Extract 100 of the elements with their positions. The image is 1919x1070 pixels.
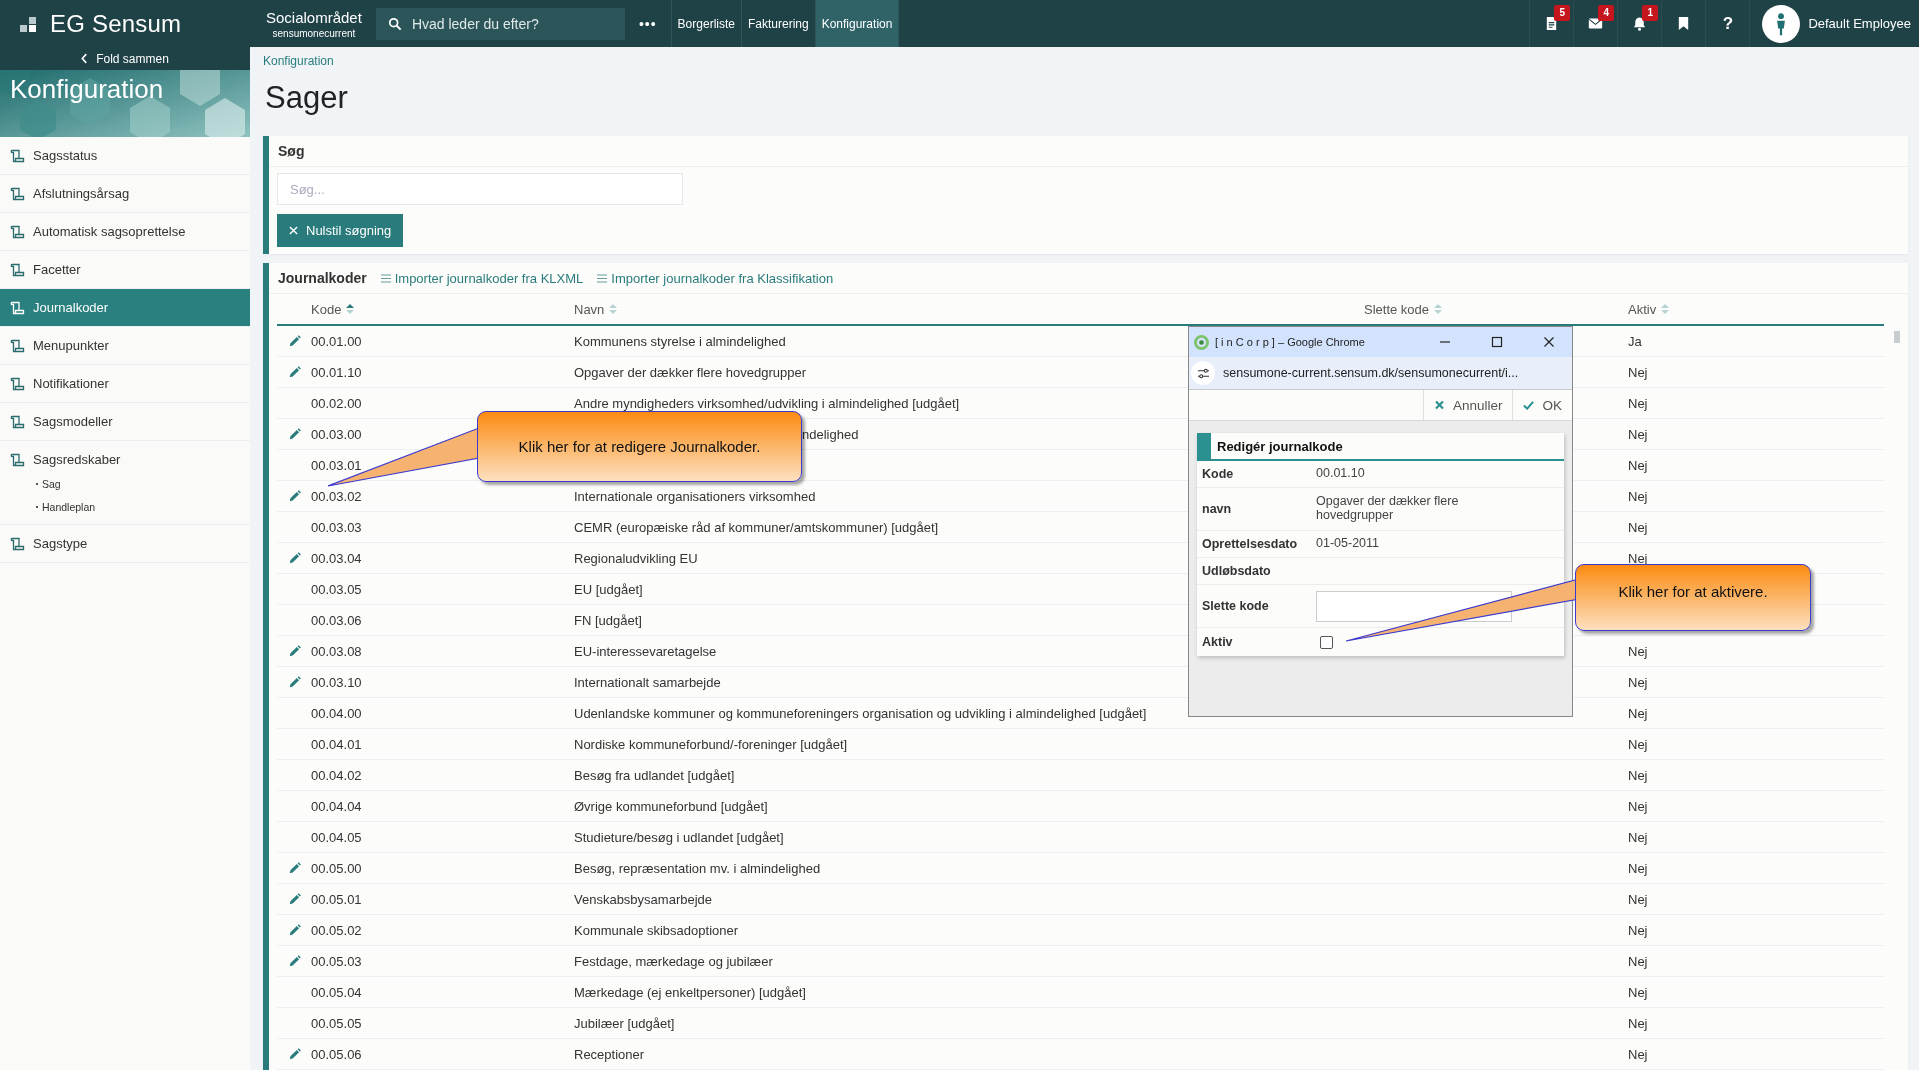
table-cell: 00.03.06 bbox=[311, 612, 362, 628]
table-cell: FN [udgået] bbox=[574, 612, 642, 628]
pencil-icon[interactable] bbox=[287, 427, 301, 441]
tune-icon bbox=[1196, 367, 1210, 379]
table-cell: 00.05.06 bbox=[311, 1046, 362, 1062]
sidebar-item[interactable]: Facetter bbox=[0, 251, 250, 288]
table-cell: 00.04.05 bbox=[311, 829, 362, 845]
field-label: Slette kode bbox=[1202, 599, 1270, 613]
app-icon bbox=[1194, 334, 1209, 350]
breadcrumb-link[interactable]: Konfiguration bbox=[263, 54, 1908, 68]
pencil-icon[interactable] bbox=[287, 365, 301, 379]
sidebar-subitem[interactable]: Handleplan bbox=[42, 500, 96, 513]
search-field[interactable]: Hvad leder du efter? bbox=[375, 7, 625, 40]
mail-button[interactable]: 4 bbox=[1573, 0, 1618, 47]
table-cell: Venskabsbysamarbejde bbox=[574, 891, 713, 907]
import-link[interactable]: Importer journalkoder fra Klassifikation bbox=[597, 270, 834, 286]
column-header[interactable]: Aktiv bbox=[1628, 301, 1657, 317]
table-cell: Festdage, mærkedage og jubilæer bbox=[574, 953, 773, 969]
more-button[interactable]: ••• bbox=[624, 0, 671, 47]
sidebar-item[interactable]: Afslutningsårsag bbox=[0, 175, 250, 212]
table-cell: Nej bbox=[1628, 736, 1648, 752]
scroll-icon bbox=[10, 536, 26, 551]
column-header[interactable]: Kode bbox=[311, 301, 342, 317]
close-icon bbox=[289, 226, 298, 235]
pencil-icon[interactable] bbox=[287, 334, 301, 348]
user-name[interactable]: Default Employee bbox=[1808, 16, 1911, 31]
table-cell: 00.02.00 bbox=[311, 395, 362, 411]
ok-button[interactable]: OK bbox=[1512, 390, 1572, 420]
table-cell: Mærkedage (ej enkeltpersoner) [udgået] bbox=[574, 984, 806, 1000]
panel-title: Journalkoder bbox=[278, 270, 367, 286]
pencil-icon[interactable] bbox=[287, 954, 301, 968]
pencil-icon[interactable] bbox=[287, 892, 301, 906]
callout: Klik her for at aktivere. bbox=[1575, 564, 1811, 631]
table-cell: 00.05.04 bbox=[311, 984, 362, 1000]
logo-text: EG Sensum bbox=[50, 9, 182, 38]
table-cell: 00.05.01 bbox=[311, 891, 362, 907]
table-cell: 00.05.02 bbox=[311, 922, 362, 938]
nav-tab[interactable]: Borgerliste bbox=[671, 0, 742, 47]
nav-tab[interactable]: Fakturering bbox=[741, 0, 816, 47]
table-cell: 00.01.10 bbox=[311, 364, 362, 380]
table-cell: 00.05.03 bbox=[311, 953, 362, 969]
sidebar-item[interactable]: Sagsmodeller bbox=[0, 403, 250, 440]
collapse-button[interactable]: Fold sammen bbox=[0, 47, 250, 70]
sidebar-item[interactable]: Sagstype bbox=[0, 525, 250, 562]
sidebar-item[interactable]: Automatisk sagsoprettelse bbox=[0, 213, 250, 250]
bell-button[interactable]: 1 bbox=[1617, 0, 1662, 47]
reset-search-button[interactable]: Nulstil søgning bbox=[277, 214, 404, 247]
document-button[interactable]: 5 bbox=[1529, 0, 1574, 47]
bell-icon bbox=[1632, 16, 1648, 31]
table-cell: Internationalt samarbejde bbox=[574, 674, 721, 690]
sidebar-item[interactable]: Sagsstatus bbox=[0, 137, 250, 174]
callout: Klik her for at redigere Journalkoder. bbox=[477, 411, 802, 482]
scrollbar-thumb[interactable] bbox=[1894, 331, 1900, 343]
table-cell: Besøg fra udlandet [udgået] bbox=[574, 767, 735, 783]
sidebar-item[interactable]: Menupunkter bbox=[0, 327, 250, 364]
table-cell: Nej bbox=[1628, 1046, 1648, 1062]
sidebar-item[interactable]: Journalkoder bbox=[0, 289, 250, 326]
org-subtitle: sensumonecurrent bbox=[272, 27, 356, 39]
table-cell: 00.03.08 bbox=[311, 643, 362, 659]
sidebar-item[interactable]: Notifikationer bbox=[0, 365, 250, 402]
form-title: Redigér journalkode bbox=[1217, 438, 1343, 454]
pencil-icon[interactable] bbox=[287, 644, 301, 658]
table-cell: EU [udgået] bbox=[574, 581, 643, 597]
search-field[interactable]: Søg... bbox=[277, 173, 683, 205]
table-cell: 00.05.00 bbox=[311, 860, 362, 876]
scroll-icon bbox=[10, 414, 26, 429]
column-header[interactable]: Slette kode bbox=[1364, 301, 1430, 317]
scroll-icon bbox=[10, 224, 26, 239]
table-cell: 00.04.04 bbox=[311, 798, 362, 814]
checkbox[interactable] bbox=[1320, 635, 1333, 649]
pencil-icon[interactable] bbox=[287, 675, 301, 689]
site-settings-button[interactable] bbox=[1191, 361, 1215, 385]
check-icon bbox=[1523, 400, 1535, 410]
table-cell: Nej bbox=[1628, 860, 1648, 876]
column-header[interactable]: Navn bbox=[574, 301, 605, 317]
sort-icon[interactable] bbox=[346, 303, 355, 315]
pencil-icon[interactable] bbox=[287, 489, 301, 503]
nav-tab[interactable]: Konfiguration bbox=[815, 0, 900, 47]
field-label: Udløbsdato bbox=[1202, 564, 1272, 578]
pencil-icon[interactable] bbox=[287, 861, 301, 875]
avatar-icon[interactable] bbox=[1762, 4, 1801, 43]
pencil-icon[interactable] bbox=[287, 1047, 301, 1061]
pencil-icon[interactable] bbox=[287, 551, 301, 565]
pencil-icon[interactable] bbox=[287, 923, 301, 937]
list-icon bbox=[597, 273, 608, 283]
help-button[interactable]: ? bbox=[1705, 0, 1750, 47]
table-cell: EU-interessevaretagelse bbox=[574, 643, 717, 659]
table-cell: 00.03.05 bbox=[311, 581, 362, 597]
import-link[interactable]: Importer journalkoder fra KLXML bbox=[380, 270, 584, 286]
scroll-icon bbox=[10, 300, 26, 315]
table-cell: Nej bbox=[1628, 488, 1648, 504]
cancel-button[interactable]: Annuller bbox=[1422, 390, 1513, 420]
sidebar-item[interactable]: Sagsredskaber bbox=[0, 441, 250, 478]
scroll-icon bbox=[10, 376, 26, 391]
table-cell: Kommunale skibsadoptioner bbox=[574, 922, 739, 938]
sidebar-subitem[interactable]: Sag bbox=[42, 477, 61, 490]
search-icon bbox=[387, 16, 402, 31]
table-cell: Nej bbox=[1628, 550, 1648, 566]
scroll-icon bbox=[10, 338, 26, 353]
table-cell: Regionaludvikling EU bbox=[574, 550, 698, 566]
